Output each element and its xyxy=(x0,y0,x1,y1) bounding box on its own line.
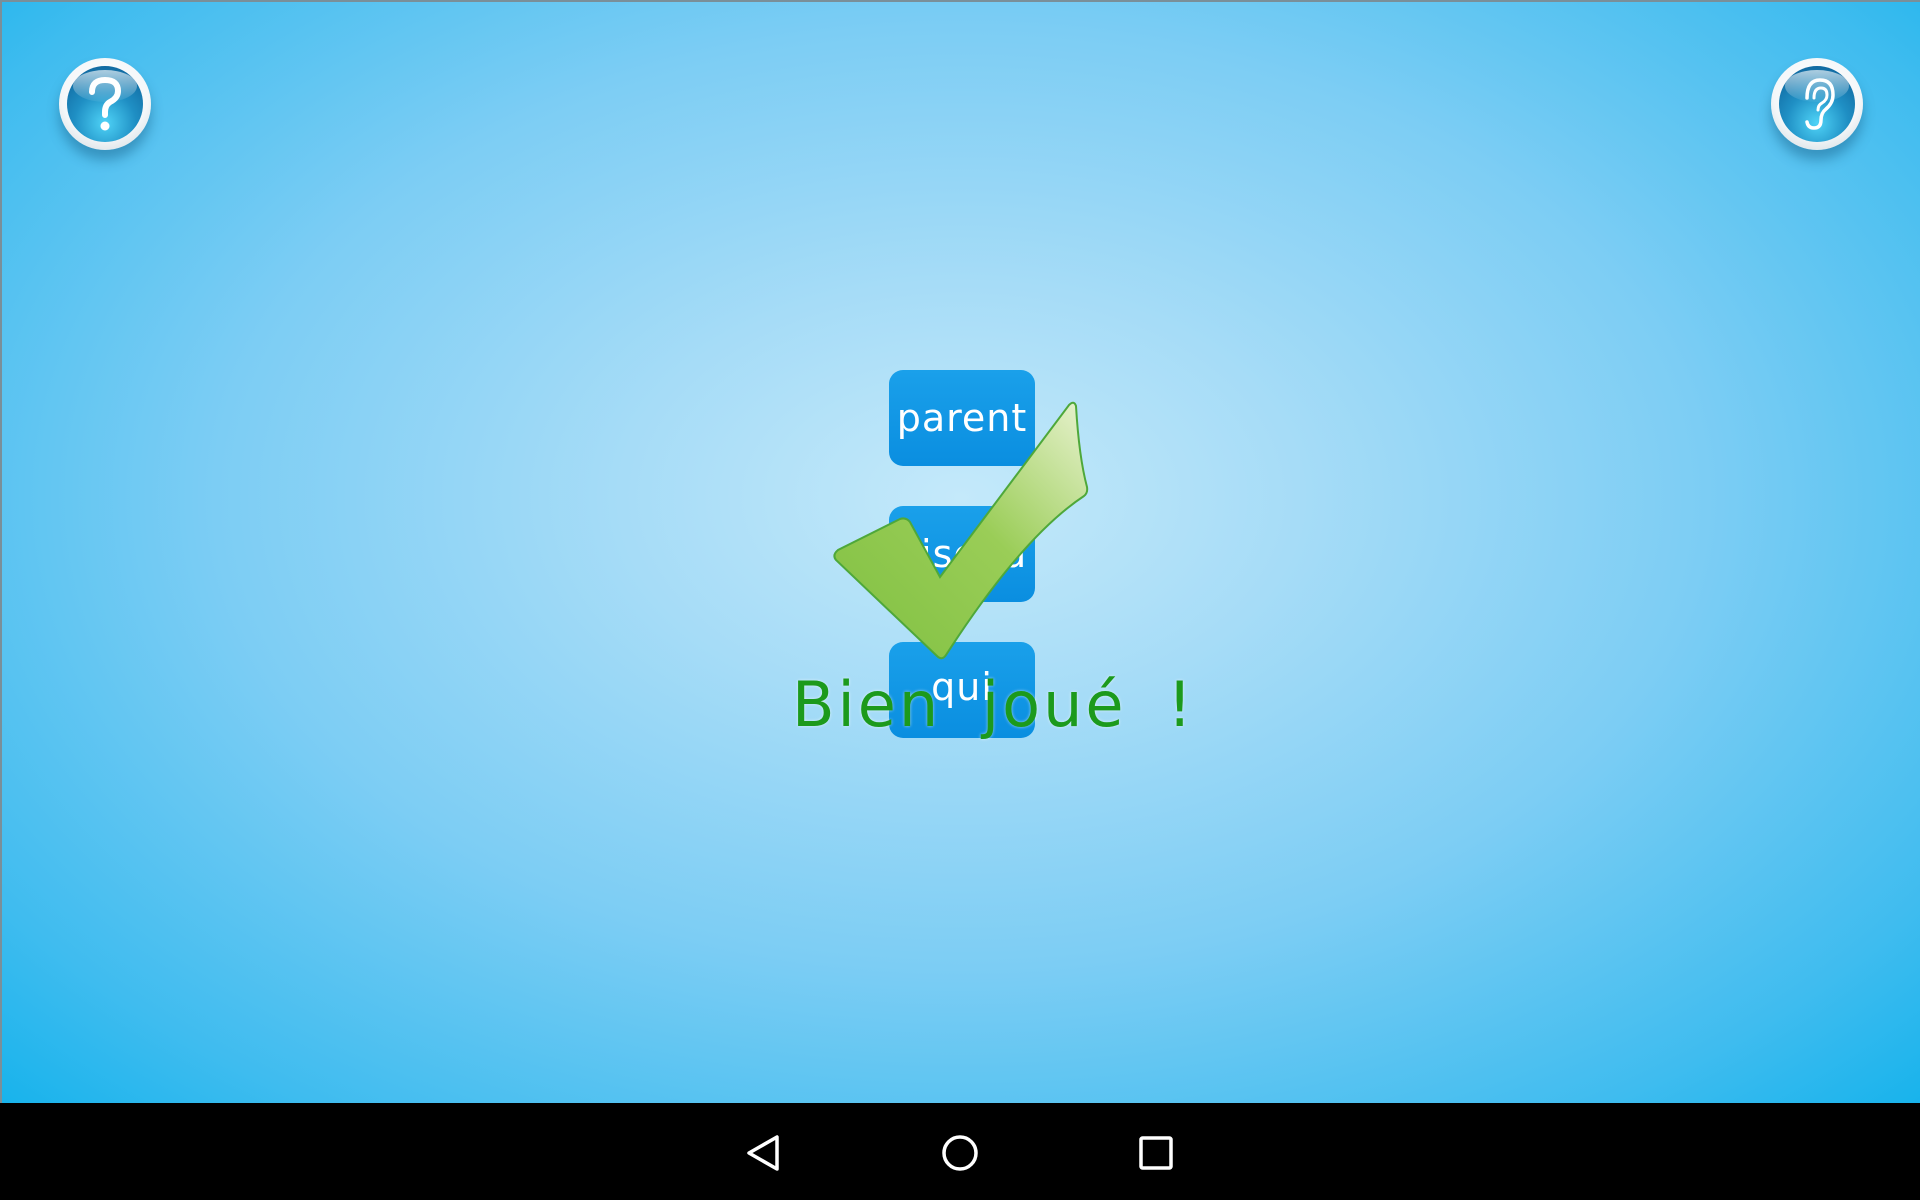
game-area: parent oiseau qui Bien joué ! xyxy=(0,0,1920,1103)
success-message: Bien joué ! xyxy=(792,668,1196,741)
ear-icon xyxy=(1805,78,1835,130)
navigation-bar xyxy=(0,1103,1920,1200)
home-icon[interactable] xyxy=(932,1125,988,1181)
help-button[interactable] xyxy=(59,58,151,150)
checkmark-icon xyxy=(833,401,1089,660)
back-icon[interactable] xyxy=(736,1125,792,1181)
recents-icon[interactable] xyxy=(1128,1125,1184,1181)
question-mark-icon xyxy=(89,76,122,131)
listen-button[interactable] xyxy=(1771,58,1863,150)
device-screen: parent oiseau qui Bien joué ! xyxy=(0,0,1920,1200)
